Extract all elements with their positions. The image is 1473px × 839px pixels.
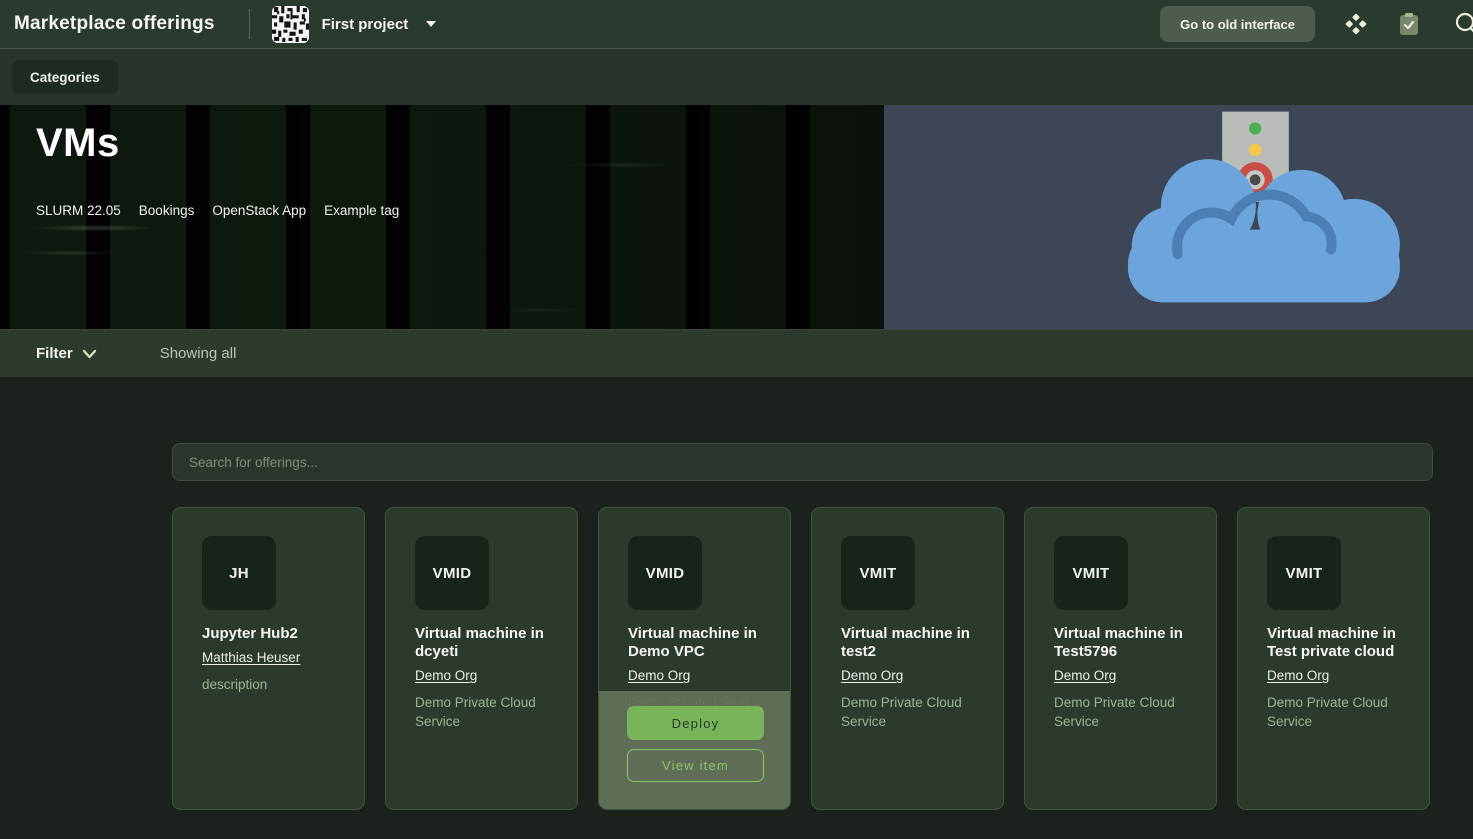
category-tags: SLURM 22.05 Bookings OpenStack App Examp… [36, 203, 399, 218]
category-title: VMs [36, 121, 399, 166]
chevron-down-icon [425, 20, 437, 28]
go-to-old-interface-button[interactable]: Go to old interface [1160, 6, 1315, 42]
offering-description: Demo Private Cloud Service [841, 693, 975, 731]
apps-grid-icon[interactable] [1345, 13, 1367, 35]
offering-logo: VMIT [1054, 536, 1128, 610]
organization-link[interactable]: Matthias Heuser [202, 650, 300, 665]
offering-logo: VMID [415, 536, 489, 610]
offering-title: Jupyter Hub2 [202, 625, 336, 643]
offering-description: Demo Private Cloud Service [1267, 693, 1401, 731]
page-title: Marketplace offerings [14, 13, 215, 35]
tag-example-tag[interactable]: Example tag [324, 203, 399, 218]
organization-link[interactable]: Demo Org [1267, 668, 1329, 683]
filter-status: Showing all [160, 345, 237, 362]
offering-title: Virtual machine in dcyeti [415, 625, 549, 661]
project-avatar [272, 6, 309, 43]
organization-link[interactable]: Demo Org [841, 668, 903, 683]
tag-slurm[interactable]: SLURM 22.05 [36, 203, 121, 218]
offering-card[interactable]: VMIT Virtual machine in Test5796 Demo Or… [1024, 507, 1217, 810]
offering-logo: JH [202, 536, 276, 610]
offering-description: Demo Private Cloud Service [1054, 693, 1188, 731]
offering-title: Virtual machine in Test5796 [1054, 625, 1188, 661]
clipboard-check-icon[interactable] [1399, 12, 1419, 36]
offering-card[interactable]: VMIT Virtual machine in Test private clo… [1237, 507, 1430, 810]
offering-title: Virtual machine in Test private cloud [1267, 625, 1401, 661]
offering-logo: VMIT [841, 536, 915, 610]
top-header: Marketplace offerings First project Go t… [0, 0, 1473, 48]
filter-label: Filter [36, 345, 73, 362]
search-offerings-input[interactable] [172, 443, 1433, 481]
offering-title: Virtual machine in Demo VPC [628, 625, 762, 661]
category-hero: VMs SLURM 22.05 Bookings OpenStack App E… [0, 105, 1473, 329]
filter-bar: Filter Showing all [0, 329, 1473, 377]
deploy-button[interactable]: Deploy [627, 706, 764, 740]
offering-card[interactable]: VMIT Virtual machine in test2 Demo Org D… [811, 507, 1004, 810]
view-item-button[interactable]: View item [627, 749, 764, 782]
organization-link[interactable]: Demo Org [1054, 668, 1116, 683]
offering-title: Virtual machine in test2 [841, 625, 975, 661]
project-name: First project [322, 16, 409, 33]
filter-toggle[interactable]: Filter [36, 345, 97, 362]
project-selector[interactable]: First project [272, 6, 438, 43]
offerings-grid: JH Jupyter Hub2 Matthias Heuser descript… [172, 507, 1473, 810]
categories-button[interactable]: Categories [12, 60, 118, 94]
offering-card[interactable]: VMID Virtual machine in dcyeti Demo Org … [385, 507, 578, 810]
offering-card-hovered[interactable]: VMID Virtual machine in Demo VPC Demo Or… [598, 507, 791, 810]
offerings-section: JH Jupyter Hub2 Matthias Heuser descript… [0, 377, 1473, 810]
offering-description: Demo Private Cloud Service [415, 693, 549, 731]
offering-description: description [202, 675, 336, 694]
hero-right-panel [884, 105, 1473, 329]
card-hover-actions: Deploy View item [599, 691, 790, 809]
search-icon[interactable] [1453, 11, 1473, 37]
categories-bar: Categories [0, 48, 1473, 105]
cloud-server-illustration [1101, 107, 1423, 310]
offering-card[interactable]: JH Jupyter Hub2 Matthias Heuser descript… [172, 507, 365, 810]
header-divider [249, 9, 250, 39]
offering-logo: VMID [628, 536, 702, 610]
organization-link[interactable]: Demo Org [628, 668, 690, 683]
chevron-down-icon [82, 349, 97, 359]
tag-bookings[interactable]: Bookings [139, 203, 195, 218]
tag-openstack-app[interactable]: OpenStack App [212, 203, 306, 218]
offering-logo: VMIT [1267, 536, 1341, 610]
organization-link[interactable]: Demo Org [415, 668, 477, 683]
